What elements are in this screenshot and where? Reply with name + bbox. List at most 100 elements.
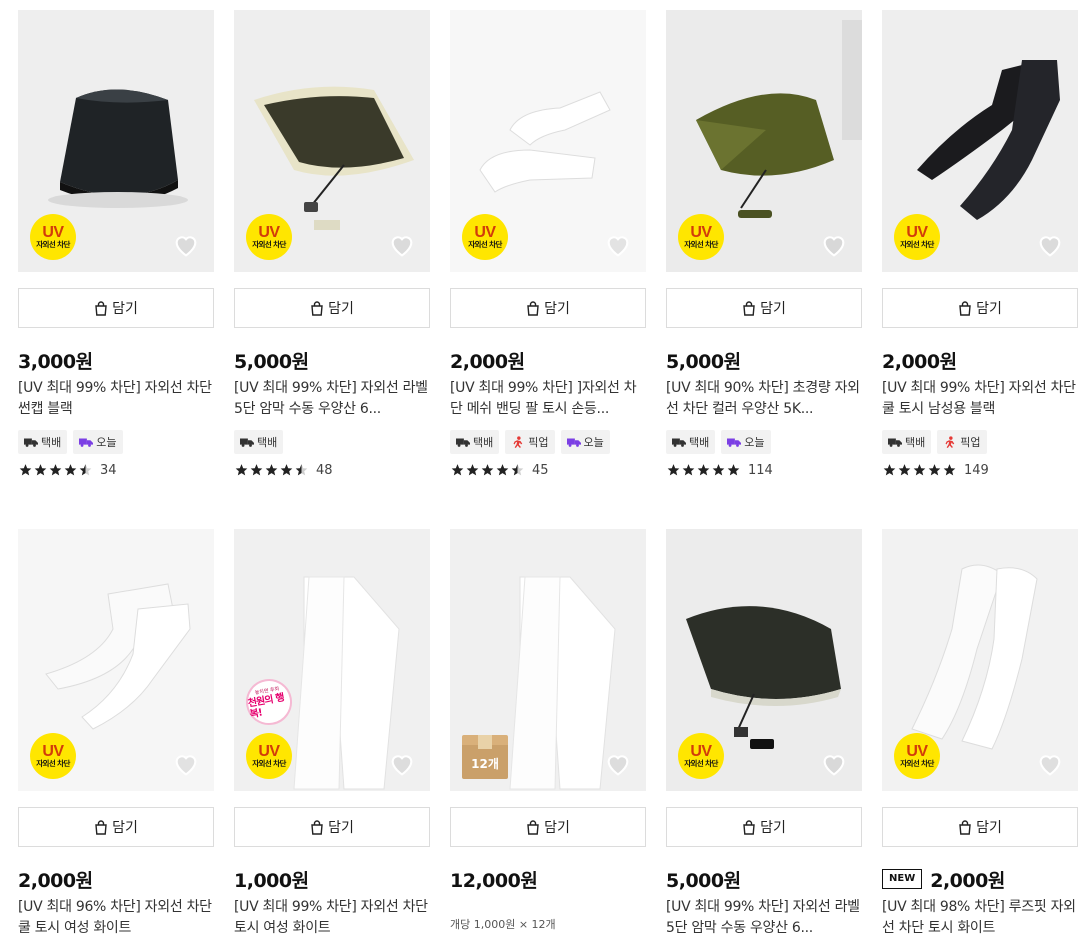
add-to-cart-button[interactable]: 담기 (450, 288, 646, 328)
add-to-cart-button[interactable]: 담기 (18, 807, 214, 847)
product-card[interactable]: UV 자외선 차단 놓치면 후회 천원의 행복! 담기 1,000원 [UV 최… (234, 529, 430, 936)
product-price: 3,000원 (18, 350, 93, 373)
uv-protection-badge: UV 자외선 차단 (246, 733, 292, 779)
uv-badge-sublabel: 자외선 차단 (252, 239, 286, 249)
add-to-cart-button[interactable]: 담기 (882, 807, 1078, 847)
product-title[interactable]: [UV 최대 99% 차단] ]자외선 차단 메쉬 밴딩 팔 토시 손등... (450, 378, 646, 420)
review-count: 45 (532, 462, 549, 478)
price-row: 3,000원 (18, 348, 93, 373)
product-thumbnail[interactable]: UV 자외선 차단 (882, 10, 1078, 272)
uv-protection-badge: UV 자외선 차단 (894, 733, 940, 779)
delivery-tag: 택배 (882, 430, 932, 454)
uv-badge-sublabel: 자외선 차단 (468, 239, 502, 249)
wishlist-button[interactable] (388, 751, 416, 777)
heart-icon (1039, 236, 1061, 257)
product-price: 2,000원 (18, 869, 93, 892)
uv-badge-sublabel: 자외선 차단 (36, 758, 70, 768)
add-to-cart-button[interactable]: 담기 (666, 807, 862, 847)
star-icon (250, 464, 263, 476)
today-truck-icon (727, 438, 742, 447)
product-thumbnail[interactable]: UV 자외선 차단 (234, 10, 430, 272)
uv-badge-label: UV (690, 742, 712, 760)
bag-icon (95, 819, 107, 835)
uv-protection-badge: UV 자외선 차단 (894, 214, 940, 260)
bag-icon (527, 819, 539, 835)
wishlist-button[interactable] (820, 232, 848, 258)
product-title[interactable]: [UV 최대 99% 차단] 자외선 라벨 5단 암막 수동 우양산 6... (234, 378, 430, 420)
star-icon (883, 464, 896, 476)
heart-icon (391, 755, 413, 776)
product-card[interactable]: UV 자외선 차단 담기 2,000원 [UV 최대 99% 차단] 자외선 차… (882, 10, 1078, 490)
wishlist-button[interactable] (604, 751, 632, 777)
product-card[interactable]: UV 자외선 차단 담기 5,000원 [UV 최대 90% 차단] 초경량 자… (666, 10, 862, 490)
delivery-tag-label: 택배 (41, 436, 62, 449)
product-thumbnail[interactable]: UV 자외선 차단 (18, 529, 214, 791)
product-title[interactable]: [UV 최대 99% 차단] 자외선 차단 토시 여성 화이트 (234, 897, 430, 936)
wishlist-button[interactable] (172, 232, 200, 258)
delivery-tag: 픽업 (505, 430, 555, 454)
add-to-cart-button[interactable]: 담기 (882, 288, 1078, 328)
product-card[interactable]: UV 자외선 차단 담기 3,000원 [UV 최대 99% 차단] 자외선 차… (18, 10, 214, 490)
product-thumbnail[interactable]: UV 자외선 차단 (666, 10, 862, 272)
delivery-tag-label: 픽업 (528, 436, 549, 449)
product-card[interactable]: UV 자외선 차단 담기 2,000원 [UV 최대 96% 차단] 자외선 차… (18, 529, 214, 936)
wishlist-button[interactable] (1036, 751, 1064, 777)
add-to-cart-label: 담기 (328, 820, 354, 836)
product-title[interactable]: [UV 최대 98% 차단] 루즈핏 자외선 차단 토시 화이트 (882, 897, 1078, 936)
truck-icon (672, 438, 686, 447)
bag-icon (311, 300, 323, 316)
delivery-tag-label: 픽업 (960, 436, 981, 449)
add-to-cart-button[interactable]: 담기 (234, 807, 430, 847)
delivery-tag: 택배 (234, 430, 284, 454)
product-thumbnail[interactable]: 12개 (450, 529, 646, 791)
product-thumbnail[interactable]: UV 자외선 차단 (18, 10, 214, 272)
product-card[interactable]: UV 자외선 차단 담기 5,000원 [UV 최대 99% 차단] 자외선 라… (666, 529, 862, 936)
add-to-cart-button[interactable]: 담기 (450, 807, 646, 847)
rating-row: 48 (234, 462, 333, 478)
product-card[interactable]: UV 자외선 차단 담기 NEW 2,000원 [UV 최대 98% 차단] 루… (882, 529, 1078, 936)
product-title[interactable]: [UV 최대 99% 차단] 자외선 차단 썬캡 블랙 (18, 378, 214, 420)
uv-badge-label: UV (474, 223, 496, 241)
star-icon (235, 464, 248, 476)
bag-icon (743, 819, 755, 835)
uv-badge-label: UV (690, 223, 712, 241)
add-to-cart-button[interactable]: 담기 (18, 288, 214, 328)
review-count: 149 (964, 462, 989, 478)
wishlist-button[interactable] (172, 751, 200, 777)
wishlist-button[interactable] (604, 232, 632, 258)
product-title[interactable]: [UV 최대 96% 차단] 자외선 차단 쿨 토시 여성 화이트 (18, 897, 214, 936)
bag-icon (311, 819, 323, 835)
star-icon (280, 464, 293, 476)
product-card[interactable]: UV 자외선 차단 담기 2,000원 [UV 최대 99% 차단] ]자외선 … (450, 10, 646, 490)
product-price: 2,000원 (930, 869, 1005, 892)
wishlist-button[interactable] (388, 232, 416, 258)
truck-icon (240, 438, 254, 447)
product-card[interactable]: UV 자외선 차단 담기 5,000원 [UV 최대 99% 차단] 자외선 라… (234, 10, 430, 490)
star-icon (451, 464, 464, 476)
product-thumbnail[interactable]: UV 자외선 차단 (666, 529, 862, 791)
add-to-cart-button[interactable]: 담기 (666, 288, 862, 328)
price-row: 5,000원 (666, 867, 741, 892)
bag-icon (959, 300, 971, 316)
product-thumbnail[interactable]: UV 자외선 차단 놓치면 후회 천원의 행복! (234, 529, 430, 791)
price-row: 5,000원 (234, 348, 309, 373)
heart-icon (175, 755, 197, 776)
heart-icon (175, 236, 197, 257)
star-rating (882, 463, 957, 477)
product-card[interactable]: 12개 담기 12,000원 개당 1,000원 × 12개 [UV 최대 99… (450, 529, 646, 936)
star-icon (943, 464, 956, 476)
uv-badge-label: UV (42, 223, 64, 241)
wishlist-button[interactable] (820, 751, 848, 777)
product-title[interactable]: [UV 최대 90% 차단] 초경량 자외선 차단 컬러 우양산 5K... (666, 378, 862, 420)
wishlist-button[interactable] (1036, 232, 1064, 258)
product-thumbnail[interactable]: UV 자외선 차단 (450, 10, 646, 272)
product-title[interactable]: [UV 최대 99% 차단] 자외선 라벨 5단 암막 수동 우양산 6... (666, 897, 862, 936)
bag-icon (743, 300, 755, 316)
truck-icon (888, 438, 902, 447)
product-thumbnail[interactable]: UV 자외선 차단 (882, 529, 1078, 791)
product-title[interactable]: [UV 최대 99% 차단] 자외선 차단 쿨 토시 남성용 블랙 (882, 378, 1078, 420)
uv-protection-badge: UV 자외선 차단 (30, 733, 76, 779)
review-count: 114 (748, 462, 773, 478)
add-to-cart-button[interactable]: 담기 (234, 288, 430, 328)
product-price: 5,000원 (234, 350, 309, 373)
